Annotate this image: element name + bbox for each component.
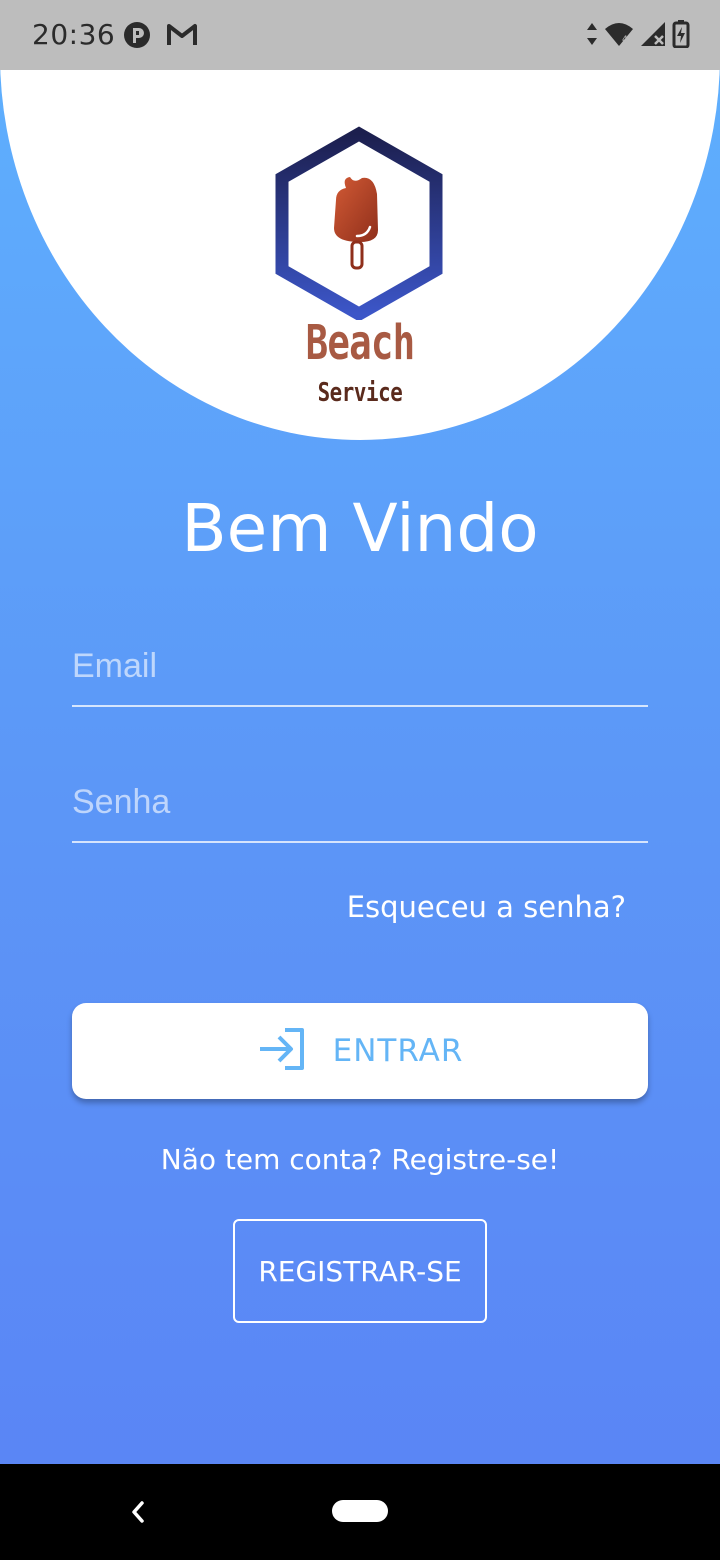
status-system-icons: 4 [586,20,690,53]
register-button[interactable]: REGISTRAR-SE [233,1219,487,1323]
password-field-container [72,763,648,843]
login-arrow-icon [257,1027,307,1076]
app-logo: Beach Service [250,120,470,420]
wifi-icon: 4 [604,21,634,52]
navigation-bar [0,1464,720,1560]
welcome-title: Bem Vindo [181,490,539,567]
signal-icon [640,21,666,52]
status-time: 20:36 [32,18,116,51]
battery-icon [672,20,690,53]
logo-text-service: Service [317,378,403,408]
logo-text-beach: Beach [305,315,416,371]
login-button[interactable]: ENTRAR [72,1003,648,1099]
svg-text:4: 4 [622,35,628,45]
gmail-icon [166,20,198,55]
status-bar: 20:36 4 [0,0,720,70]
pocket-icon [122,20,152,55]
forgot-password-link[interactable]: Esqueceu a senha? [347,890,626,924]
email-input[interactable] [72,627,648,705]
back-chevron-icon[interactable] [126,1498,150,1531]
password-input[interactable] [72,763,648,841]
home-pill-icon[interactable] [332,1500,388,1522]
hexagon-popsicle-icon [275,126,443,322]
data-arrows-icon [586,21,598,52]
login-button-label: ENTRAR [332,1033,464,1069]
email-field-container [72,627,648,707]
status-notification-icons [122,20,198,55]
no-account-text: Não tem conta? Registre-se! [160,1143,560,1176]
